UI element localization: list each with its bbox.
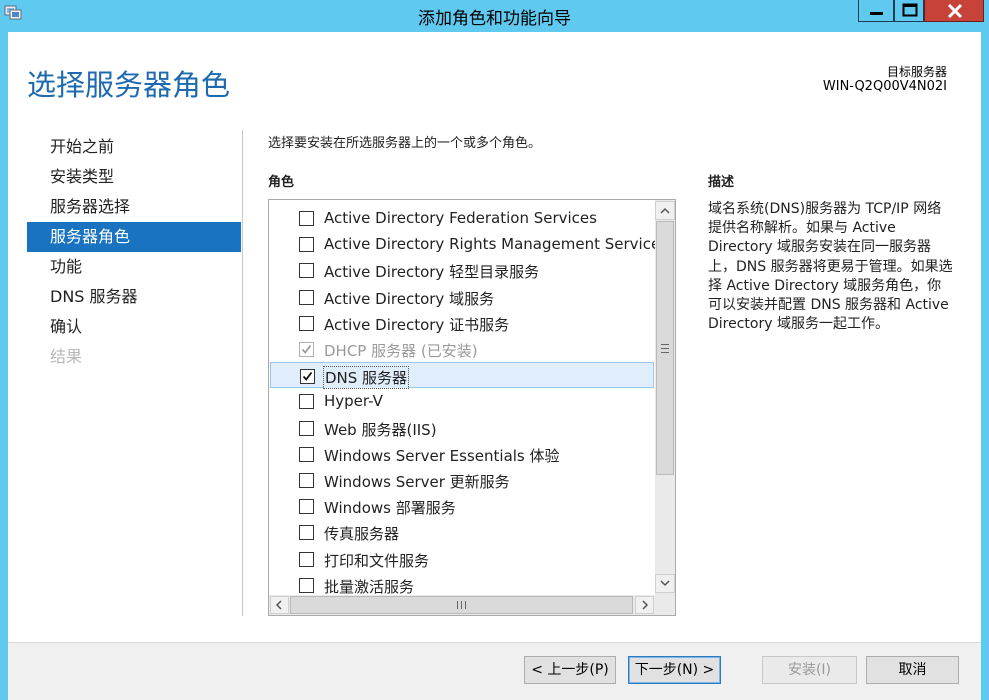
- role-label: Windows Server Essentials 体验: [324, 446, 560, 465]
- role-checkbox[interactable]: [299, 551, 314, 567]
- nav-item-server-selection[interactable]: 服务器选择: [27, 192, 241, 222]
- vertical-scroll-thumb[interactable]: [656, 221, 674, 475]
- checkmark-icon: [302, 372, 313, 382]
- scroll-up-button[interactable]: [655, 201, 675, 220]
- target-server-label: 目标服务器: [886, 65, 947, 79]
- grip-icon: [661, 344, 669, 353]
- role-row[interactable]: Hyper-V: [270, 388, 654, 414]
- role-row[interactable]: Active Directory 轻型目录服务: [270, 257, 654, 283]
- role-row[interactable]: Active Directory 域服务: [270, 284, 654, 310]
- checkmark-icon: [301, 344, 312, 354]
- role-row[interactable]: Active Directory 证书服务: [270, 310, 654, 336]
- nav-divider: [242, 130, 243, 616]
- nav-item-dns-server[interactable]: DNS 服务器: [27, 282, 241, 312]
- nav-item-server-roles[interactable]: 服务器角色: [27, 222, 241, 252]
- role-label: DHCP 服务器 (已安装): [324, 342, 478, 360]
- role-label: Active Directory 证书服务: [324, 315, 510, 334]
- role-row[interactable]: Active Directory Rights Management Servi…: [270, 231, 655, 257]
- role-checkbox[interactable]: [299, 499, 314, 515]
- nav-item-installation-type[interactable]: 安装类型: [27, 162, 241, 192]
- minimize-button[interactable]: [858, 0, 894, 22]
- role-row[interactable]: Windows Server 更新服务: [270, 467, 654, 493]
- role-checkbox[interactable]: [299, 289, 314, 305]
- nav-item-features[interactable]: 功能: [27, 252, 241, 282]
- role-row[interactable]: 传真服务器: [270, 519, 654, 545]
- description-text: 域名系统(DNS)服务器为 TCP/IP 网络提供名称解析。如果与 Active…: [708, 201, 953, 333]
- vertical-scrollbar[interactable]: [655, 200, 675, 595]
- role-label: 打印和文件服务: [324, 551, 430, 570]
- nav-item-confirmation[interactable]: 确认: [27, 312, 241, 342]
- scroll-right-button[interactable]: [635, 596, 654, 614]
- maximize-button[interactable]: [894, 0, 924, 22]
- role-checkbox[interactable]: [299, 473, 314, 488]
- role-checkbox[interactable]: [299, 420, 314, 436]
- scroll-down-button[interactable]: [655, 574, 675, 593]
- role-row[interactable]: Active Directory Federation Services: [270, 205, 654, 231]
- grip-icon: [457, 601, 466, 609]
- role-row[interactable]: 批量激活服务: [270, 572, 654, 595]
- role-label: 批量激活服务: [324, 577, 415, 595]
- role-label: Active Directory 轻型目录服务: [324, 263, 540, 282]
- role-row[interactable]: DHCP 服务器 (已安装): [270, 336, 654, 362]
- cancel-button[interactable]: 取消: [866, 656, 959, 684]
- role-label: Windows 部署服务: [324, 499, 456, 518]
- horizontal-scroll-thumb[interactable]: [290, 596, 633, 614]
- install-button: 安装(I): [762, 656, 857, 684]
- role-checkbox[interactable]: [299, 446, 314, 462]
- role-checkbox[interactable]: [299, 525, 314, 541]
- roles-list[interactable]: Active Directory Federation Services Acti…: [269, 200, 655, 595]
- role-checkbox[interactable]: [299, 211, 314, 226]
- role-row[interactable]: Windows 部署服务: [270, 493, 654, 519]
- horizontal-scrollbar[interactable]: [269, 595, 655, 615]
- role-checkbox[interactable]: [299, 263, 314, 279]
- page-title: 选择服务器角色: [27, 68, 231, 102]
- role-checkbox[interactable]: [299, 394, 314, 410]
- close-button[interactable]: [924, 0, 984, 22]
- target-server-name: WIN-Q2Q00V4N02I: [822, 79, 947, 94]
- role-label: DNS 服务器: [322, 366, 410, 390]
- instruction-text: 选择要安装在所选服务器上的一个或多个角色。: [268, 136, 542, 151]
- role-row[interactable]: DNS 服务器: [270, 362, 654, 390]
- roles-list-box[interactable]: Active Directory Federation Services Acti…: [268, 199, 676, 616]
- wizard-client-area: 选择服务器角色 目标服务器 WIN-Q2Q00V4N02I 开始之前 安装类型 …: [8, 32, 981, 700]
- wizard-nav: 开始之前 安装类型 服务器选择 服务器角色 功能 DNS 服务器 确认 结果: [27, 132, 241, 372]
- title-bar[interactable]: 添加角色和功能向导: [0, 0, 989, 32]
- role-label: Active Directory 域服务: [324, 289, 495, 308]
- role-row[interactable]: 打印和文件服务: [270, 546, 654, 572]
- roles-heading: 角色: [268, 175, 295, 190]
- role-label: Active Directory Federation Services: [324, 209, 597, 227]
- role-checkbox: [299, 342, 314, 357]
- next-button[interactable]: 下一步(N) >: [628, 656, 721, 684]
- role-label: Windows Server 更新服务: [324, 473, 510, 491]
- scrollbar-corner: [655, 595, 675, 615]
- role-label: Active Directory Rights Management Servi…: [324, 235, 655, 254]
- role-row[interactable]: Web 服务器(IIS): [270, 415, 654, 441]
- description-heading: 描述: [708, 175, 735, 190]
- role-label: Hyper-V: [324, 392, 383, 411]
- nav-item-results: 结果: [50, 347, 83, 366]
- role-checkbox[interactable]: [299, 577, 314, 593]
- role-row[interactable]: Windows Server Essentials 体验: [270, 441, 654, 467]
- role-label: Web 服务器(IIS): [324, 420, 437, 439]
- previous-button[interactable]: < 上一步(P): [524, 656, 616, 684]
- nav-item-before-you-begin[interactable]: 开始之前: [27, 132, 241, 162]
- window-title: 添加角色和功能向导: [418, 9, 571, 29]
- role-checkbox[interactable]: [299, 237, 314, 253]
- role-checkbox[interactable]: [300, 369, 315, 385]
- role-label: 传真服务器: [324, 525, 400, 544]
- role-checkbox[interactable]: [299, 315, 314, 331]
- scroll-left-button[interactable]: [270, 596, 289, 614]
- wizard-footer: < 上一步(P) 下一步(N) > 安装(I) 取消: [8, 642, 981, 700]
